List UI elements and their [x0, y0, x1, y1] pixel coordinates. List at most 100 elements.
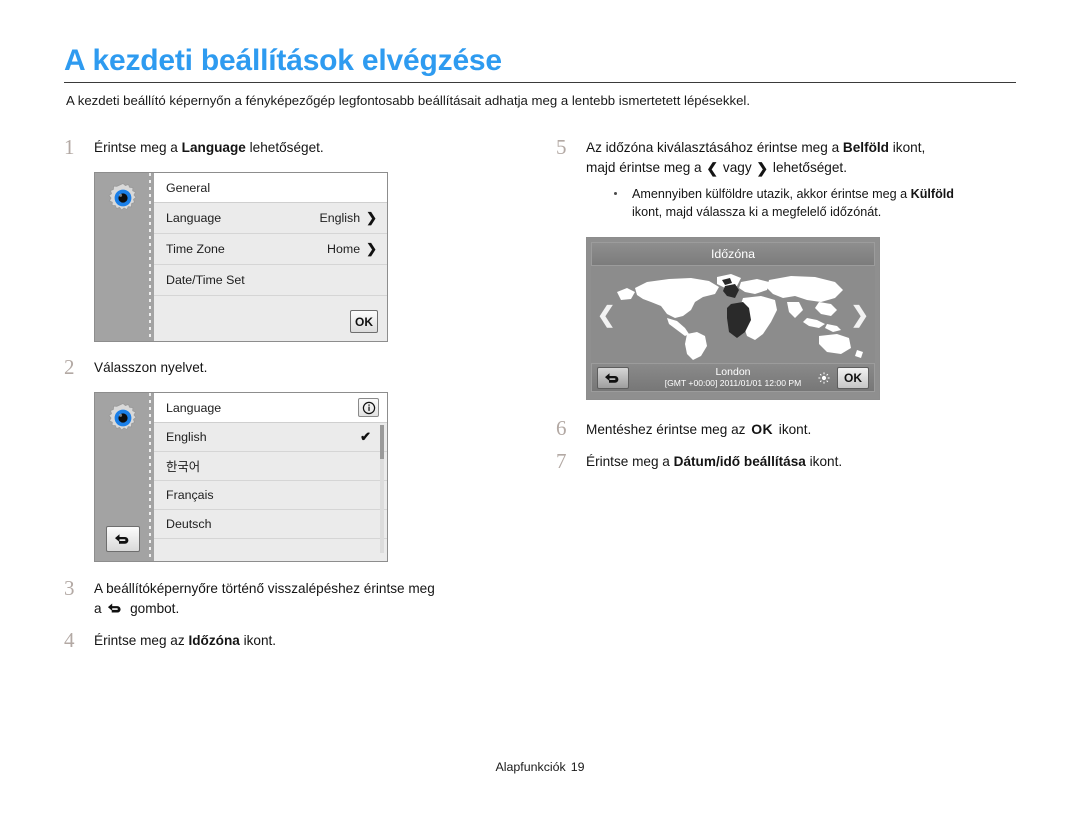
step-2-number: 2 [64, 355, 75, 379]
next-timezone-arrow[interactable]: ❯ [851, 303, 869, 326]
step-5-p2-b: lehetőséget. [769, 160, 847, 175]
step-6: 6 Mentéshez érintse meg az OK ikont. [556, 416, 1026, 440]
step-5-note-b: ikont, majd válassza ki a megfelelő időz… [632, 205, 882, 219]
gear-icon [108, 403, 137, 431]
general-settings-screen[interactable]: General Language English ❯ Time Zone Hom… [94, 172, 388, 342]
timezone-ok-button[interactable]: OK [837, 367, 869, 389]
step-5-p1-a: Az időzóna kiválasztásához érintse meg a [586, 140, 843, 155]
back-button[interactable] [106, 526, 140, 552]
language-item-german[interactable]: Deutsch [154, 510, 387, 539]
language-item-label: English [166, 430, 207, 444]
language-item-label: Deutsch [166, 517, 212, 531]
step-5-note-a: Amennyiben külföldre utazik, akkor érint… [632, 187, 911, 201]
language-item-korean[interactable]: 한국어 [154, 452, 387, 481]
language-screen-header: Language [154, 393, 387, 423]
step-2: 2 Válasszon nyelvet. [64, 355, 544, 379]
step-5-number: 5 [556, 135, 567, 159]
step-4-number: 4 [64, 628, 75, 652]
left-column: 1 Érintse meg a Language lehetőséget. Ge… [64, 135, 544, 652]
step-5-p2-mid: vagy [719, 160, 756, 175]
footer-section-label: Alapfunkciók [495, 760, 566, 774]
language-item-english[interactable]: English ✔ [154, 423, 387, 452]
step-1-text: Érintse meg a Language lehetőséget. [94, 138, 544, 158]
general-screen-ok-button[interactable]: OK [350, 310, 378, 333]
menu-row-language-right: English ❯ [319, 210, 377, 226]
step-3: 3 A beállítóképernyőre történő visszalép… [64, 576, 544, 619]
step-1-text-before: Érintse meg a [94, 140, 182, 155]
scrollbar-thumb[interactable] [380, 425, 384, 459]
menu-row-date-time-set[interactable]: Date/Time Set [154, 265, 387, 296]
step-5-p2-a: majd érintse meg a [586, 160, 706, 175]
chevron-right-icon: ❯ [366, 241, 377, 256]
bullet-dot-icon [614, 192, 617, 195]
timezone-title: Időzóna [710, 247, 756, 261]
info-circle-icon [362, 401, 375, 414]
sidebar-perforation [149, 393, 151, 561]
general-screen-header: General [154, 173, 387, 203]
info-icon[interactable] [358, 398, 379, 417]
menu-row-language[interactable]: Language English ❯ [154, 203, 387, 234]
screen-sidebar [95, 173, 154, 341]
footer-page-number: 19 [570, 760, 585, 774]
step-5-text: Az időzóna kiválasztásához érintse meg a… [586, 138, 1026, 178]
step-4-bold: Időzóna [188, 633, 240, 648]
step-5: 5 Az időzóna kiválasztásához érintse meg… [556, 135, 1026, 221]
menu-row-date-time-set-label: Date/Time Set [166, 273, 245, 287]
step-6-text: Mentéshez érintse meg az OK ikont. [586, 419, 1026, 440]
step-4-text-before: Érintse meg az [94, 633, 189, 648]
general-screen-body: General Language English ❯ Time Zone Hom… [154, 173, 387, 341]
scrollbar[interactable] [380, 425, 384, 553]
language-item-label: 한국어 [166, 460, 201, 474]
world-map[interactable]: ❮ ❯ [591, 266, 875, 363]
right-column: 5 Az időzóna kiválasztásához érintse meg… [556, 135, 1026, 473]
ok-glyph: OK [751, 421, 774, 437]
language-screen-title: Language [166, 400, 222, 415]
step-2-text: Válasszon nyelvet. [94, 360, 208, 375]
screen-sidebar [95, 393, 154, 561]
step-7-text: Érintse meg a Dátum/idő beállítása ikont… [586, 452, 1026, 472]
chevron-left-icon: ❮ [706, 160, 719, 176]
language-selection-screen[interactable]: Language English ✔ 한국어 Français Deutsch [94, 392, 388, 562]
previous-timezone-arrow[interactable]: ❮ [597, 303, 615, 326]
step-1-bold: Language [181, 140, 246, 155]
step-7-bold: Dátum/idő beállítása [673, 454, 806, 469]
step-7-text-after: ikont. [805, 454, 843, 469]
intro-paragraph: A kezdeti beállító képernyőn a fényképez… [66, 93, 751, 108]
back-arrow-icon [115, 533, 129, 544]
step-4-text: Érintse meg az Időzóna ikont. [94, 631, 544, 651]
daylight-sun-icon [818, 371, 830, 384]
timezone-title-bar: Időzóna [591, 242, 875, 266]
timezone-timestamp: [GMT +00:00] 2011/01/01 12:00 PM [664, 378, 802, 388]
timezone-screen[interactable]: Időzóna ❮ ❯ London [GMT +00:00] 2011/01/… [586, 237, 880, 400]
chevron-right-icon: ❯ [756, 160, 769, 176]
step-7: 7 Érintse meg a Dátum/idő beállítása iko… [556, 449, 1026, 473]
step-3-line2-before: a [94, 601, 106, 616]
step-6-text-before: Mentéshez érintse meg az [586, 422, 750, 437]
menu-row-time-zone[interactable]: Time Zone Home ❯ [154, 234, 387, 265]
back-arrow-icon [605, 372, 619, 383]
timezone-city: London [715, 366, 751, 378]
step-5-p1-bold: Belföld [842, 140, 889, 155]
menu-row-time-zone-label: Time Zone [166, 242, 225, 256]
timezone-bottom-bar: London [GMT +00:00] 2011/01/01 12:00 PM [591, 363, 875, 392]
step-1-number: 1 [64, 135, 75, 159]
language-item-label: Français [166, 488, 214, 502]
step-6-text-after: ikont. [775, 422, 812, 437]
step-3-line1: A beállítóképernyőre történő visszalépés… [94, 581, 435, 596]
step-3-text: A beállítóképernyőre történő visszalépés… [94, 579, 544, 619]
language-screen-body: Language English ✔ 한국어 Français Deutsch [154, 393, 387, 561]
timezone-info: London [GMT +00:00] 2011/01/01 12:00 PM [665, 366, 802, 389]
title-divider [64, 82, 1016, 83]
timezone-back-button[interactable] [597, 367, 629, 389]
step-4-text-after: ikont. [239, 633, 277, 648]
check-icon: ✔ [360, 429, 371, 444]
page-title: A kezdeti beállítások elvégzése [64, 44, 502, 77]
language-item-french[interactable]: Français [154, 481, 387, 510]
menu-row-time-zone-value: Home [327, 242, 361, 256]
step-4: 4 Érintse meg az Időzóna ikont. [64, 628, 544, 652]
step-6-number: 6 [556, 416, 567, 440]
step-5-p1-b: ikont, [889, 140, 926, 155]
gear-icon [108, 183, 137, 211]
ok-button-label: OK [350, 310, 378, 333]
step-3-line2-after: gombot. [126, 601, 180, 616]
